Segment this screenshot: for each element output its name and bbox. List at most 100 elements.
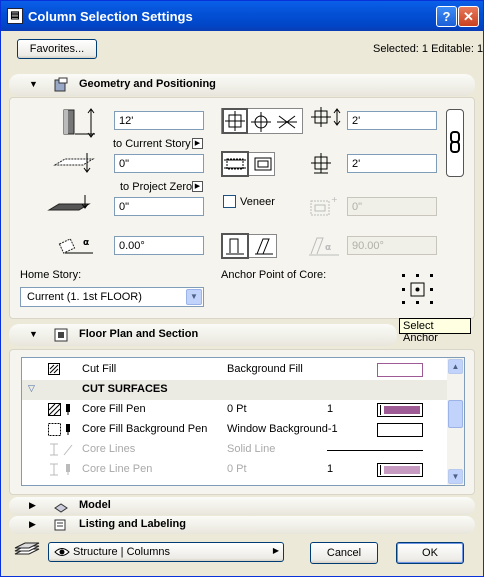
row-pen-number: 1 <box>327 403 334 415</box>
chevron-right-icon[interactable]: ▶ <box>273 546 279 555</box>
column-height-icon <box>61 108 97 138</box>
width-x-icon <box>311 107 343 129</box>
ok-button[interactable]: OK <box>396 542 464 564</box>
cut-fill-icon <box>48 363 60 375</box>
favorites-button[interactable]: Favorites... <box>17 39 97 59</box>
slant-angle-input: 90.00° <box>347 236 437 255</box>
row-value: 0 Pt <box>227 463 247 475</box>
table-row[interactable]: Core Lines Solid Line <box>22 440 448 460</box>
row-name: Core Line Pen <box>82 463 153 475</box>
background-swatch[interactable] <box>377 423 423 437</box>
table-row[interactable]: Core Line Pen 0 Pt 1 <box>22 460 448 480</box>
pen-swatch[interactable] <box>377 403 423 417</box>
layer-select[interactable]: Structure | Columns ▶ <box>48 542 284 562</box>
svg-text:α: α <box>325 243 331 253</box>
table-scrollbar[interactable]: ▲ ▼ <box>447 358 464 485</box>
row-value: Window Background-1 <box>227 423 338 435</box>
table-row[interactable]: Core Fill Background Pen Window Backgrou… <box>22 420 448 440</box>
slant-angle-icon: α <box>307 234 343 258</box>
elevation-input[interactable]: 0" <box>114 197 204 216</box>
home-story-label: Home Story: <box>20 269 82 281</box>
dialog-window: ▤ Column Selection Settings ? ✕ Favorite… <box>0 0 484 577</box>
core-fill-background-pen-icon <box>48 423 74 436</box>
veneer-checkbox[interactable] <box>223 195 236 208</box>
group-expand-triangle-icon[interactable]: ▽ <box>28 383 35 394</box>
window-title: Column Selection Settings <box>28 9 193 24</box>
core-fill-pen-icon <box>48 403 74 416</box>
listing-section-title: Listing and Labeling <box>79 518 186 530</box>
slanted-column-icon[interactable] <box>253 235 277 257</box>
app-icon: ▤ <box>7 8 23 24</box>
floor-plan-section-title: Floor Plan and Section <box>79 328 199 340</box>
to-project-zero-arrow-icon[interactable]: ▶ <box>192 181 203 192</box>
listing-icon <box>53 517 69 533</box>
floor-plan-section-header[interactable]: ▼ Floor Plan and Section <box>9 324 397 346</box>
row-name: Cut Fill <box>82 363 117 375</box>
vertical-column-button[interactable] <box>221 233 249 259</box>
row-value: Background Fill <box>227 363 303 375</box>
geometry-section-header[interactable]: ▼ Geometry and Positioning <box>9 74 475 96</box>
height-input[interactable]: 12' <box>114 111 204 130</box>
width-y-input[interactable]: 2' <box>347 154 437 173</box>
rotation-angle-input[interactable]: 0.00° <box>114 236 204 255</box>
eye-icon[interactable] <box>54 545 70 559</box>
row-name: Core Fill Pen <box>82 403 146 415</box>
expand-triangle-icon[interactable]: ▶ <box>29 500 36 511</box>
width-x-input[interactable]: 2' <box>347 111 437 130</box>
listing-section-header[interactable]: ▶ Listing and Labeling <box>9 516 475 534</box>
veneer-thickness-icon: + <box>309 193 341 219</box>
row-value: Solid Line <box>227 443 276 455</box>
center-anchor-button[interactable] <box>222 108 248 134</box>
anchor-point-label: Anchor Point of Core: <box>221 269 327 281</box>
to-current-story-label: to Current Story <box>113 138 191 150</box>
elevation-icon <box>47 194 95 218</box>
group-name: CUT SURFACES <box>82 383 168 395</box>
close-button[interactable]: ✕ <box>458 6 479 27</box>
pen-swatch[interactable] <box>377 463 423 477</box>
table-row[interactable]: Core Fill Pen 0 Pt 1 <box>22 400 448 420</box>
collapse-triangle-icon[interactable]: ▼ <box>29 79 38 89</box>
row-pen-number: 1 <box>327 463 334 475</box>
model-icon <box>53 498 69 514</box>
row-name: Core Lines <box>82 443 136 455</box>
solid-line-sample <box>327 450 423 451</box>
expand-triangle-icon[interactable]: ▶ <box>29 519 36 530</box>
row-value: 0 Pt <box>227 403 247 415</box>
to-current-story-arrow-icon[interactable]: ▶ <box>192 138 203 149</box>
title-bar[interactable]: ▤ Column Selection Settings ? ✕ <box>1 1 483 31</box>
scroll-up-icon[interactable]: ▲ <box>448 359 463 374</box>
geometry-icon <box>53 77 69 93</box>
link-dimensions-toggle[interactable] <box>446 109 464 177</box>
core-only-button[interactable] <box>221 151 249 177</box>
cancel-button[interactable]: Cancel <box>310 542 378 564</box>
to-project-zero-label: to Project Zero <box>120 181 193 193</box>
model-section-title: Model <box>79 499 111 511</box>
circle-anchor-icon[interactable] <box>250 111 272 133</box>
wrap-anchor-icon[interactable] <box>276 111 298 133</box>
scroll-down-icon[interactable]: ▼ <box>448 469 463 484</box>
table-group-row[interactable]: ▽ CUT SURFACES <box>22 380 448 400</box>
core-line-pen-icon <box>48 463 74 476</box>
width-y-icon <box>311 153 333 175</box>
layer-icon <box>13 542 41 562</box>
core-veneer-icon[interactable] <box>251 153 275 175</box>
anchor-point-selector-icon[interactable] <box>400 272 436 306</box>
svg-text:α: α <box>83 238 89 248</box>
layer-value: Structure | Columns <box>73 546 171 558</box>
settings-table: Cut Fill Background Fill ▽ CUT SURFACES … <box>21 357 465 486</box>
bottom-offset-input[interactable]: 0" <box>114 154 204 173</box>
scroll-thumb[interactable] <box>448 400 463 428</box>
table-row[interactable]: Cut Fill Background Fill <box>22 360 448 380</box>
home-story-select[interactable]: Current (1. 1st FLOOR) ▼ <box>20 287 204 307</box>
model-section-header[interactable]: ▶ Model <box>9 497 475 515</box>
home-story-value: Current (1. 1st FLOOR) <box>27 291 142 303</box>
collapse-triangle-icon[interactable]: ▼ <box>29 329 38 339</box>
fill-swatch[interactable] <box>377 363 423 377</box>
svg-text:+: + <box>331 195 338 204</box>
help-button[interactable]: ? <box>436 6 457 27</box>
selection-status: Selected: 1 Editable: 1 <box>373 43 484 55</box>
core-lines-icon <box>48 443 74 456</box>
chevron-down-icon[interactable]: ▼ <box>186 289 202 305</box>
floor-plan-icon <box>53 327 69 343</box>
row-name: Core Fill Background Pen <box>82 423 208 435</box>
